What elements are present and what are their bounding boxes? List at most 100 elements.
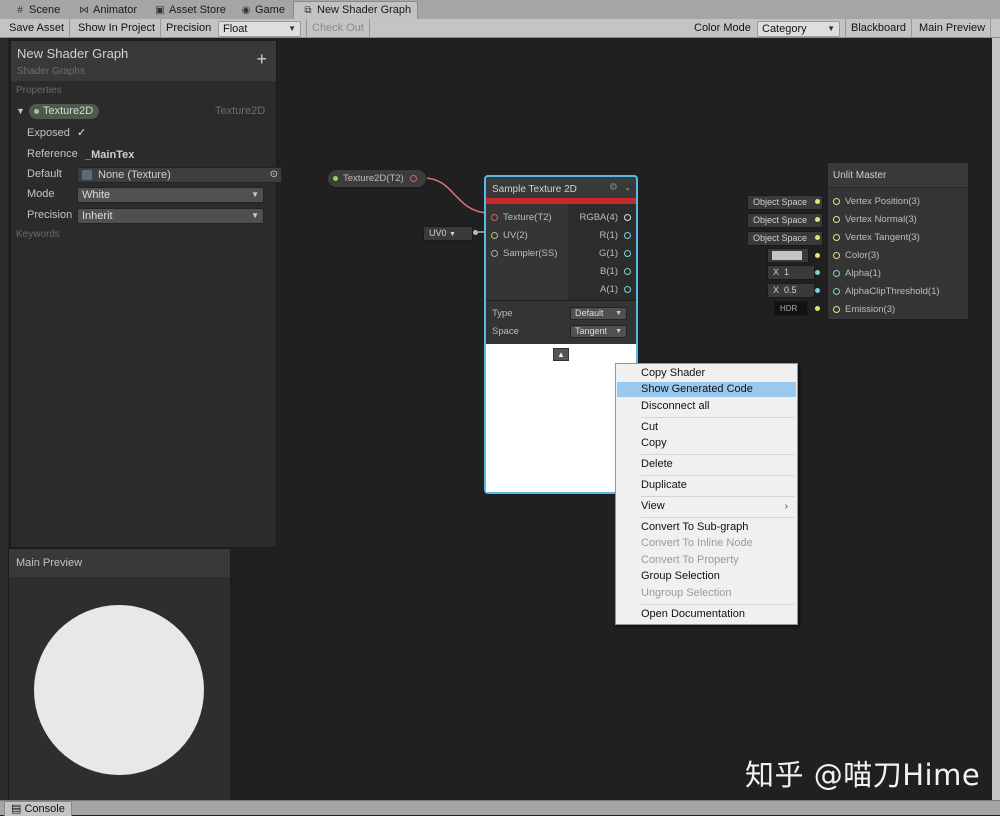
blackboard-subtitle: Shader Graphs bbox=[17, 66, 85, 77]
bottom-tab-bar: ▤ Console bbox=[0, 800, 1000, 816]
texture2d-property-node[interactable]: Texture2D(T2) bbox=[327, 169, 427, 188]
connector-dot bbox=[815, 306, 820, 311]
reference-field[interactable]: _MainTex bbox=[80, 147, 270, 163]
chevron-down-icon: ▼ bbox=[827, 24, 835, 33]
properties-section-label: Properties bbox=[16, 85, 62, 96]
menu-item-cut[interactable]: Cut bbox=[617, 420, 796, 435]
texture-output-port[interactable] bbox=[410, 175, 417, 182]
preview-sphere[interactable] bbox=[34, 605, 204, 775]
shader-graph-toolbar: Save Asset Show In Project Precision Flo… bbox=[0, 19, 1000, 38]
vertex-position-space-dropdown[interactable]: Object Space bbox=[747, 195, 823, 210]
emission-port[interactable] bbox=[833, 306, 840, 313]
texture-input-label: Texture(T2) bbox=[503, 212, 552, 223]
chevron-down-icon[interactable]: ⌄ bbox=[624, 183, 631, 192]
type-label: Type bbox=[492, 308, 513, 319]
vertex-tangent-port[interactable] bbox=[833, 234, 840, 241]
tab-scene[interactable]: # Scene bbox=[6, 2, 66, 19]
r-output-port[interactable] bbox=[624, 232, 631, 239]
unlit-master-node[interactable]: Unlit Master Vertex Position(3) Vertex N… bbox=[827, 162, 969, 320]
main-preview-panel: Main Preview bbox=[8, 548, 231, 801]
tab-new-shader-graph[interactable]: ⧉ New Shader Graph bbox=[293, 1, 419, 19]
add-property-icon[interactable]: + bbox=[256, 50, 267, 68]
sampler-input-port[interactable] bbox=[491, 250, 498, 257]
alpha-input[interactable]: X 1 bbox=[767, 265, 815, 280]
property-pill[interactable]: Texture2D bbox=[29, 104, 100, 119]
chevron-down-icon: ▼ bbox=[449, 231, 456, 238]
alpha-label: Alpha(1) bbox=[845, 268, 881, 279]
alpha-clip-input[interactable]: X 0.5 bbox=[767, 283, 815, 298]
object-picker-icon[interactable]: ⊙ bbox=[270, 168, 278, 182]
right-edge-scrollbar[interactable] bbox=[992, 38, 1000, 800]
menu-item-ungroup-selection: Ungroup Selection bbox=[641, 587, 732, 599]
vertex-position-port[interactable] bbox=[833, 198, 840, 205]
color-swatch[interactable] bbox=[772, 251, 802, 260]
sample-node-ports: Texture(T2) UV(2) Sampler(SS) RGBA(4) R(… bbox=[486, 204, 636, 300]
menu-separator bbox=[641, 454, 794, 455]
editor-tab-bar: # Scene ⋈ Animator ▣ Asset Store ◉ Game ⧉ New… bbox=[0, 0, 1000, 20]
b-output-port[interactable] bbox=[624, 268, 631, 275]
g-output-port[interactable] bbox=[624, 250, 631, 257]
show-in-project-button[interactable]: Show In Project bbox=[73, 19, 162, 37]
rgba-output-port[interactable] bbox=[624, 214, 631, 221]
menu-item-delete[interactable]: Delete bbox=[617, 457, 796, 472]
color-swatch-slot[interactable] bbox=[767, 248, 809, 263]
exposed-label: Exposed bbox=[27, 127, 70, 139]
grid-icon: # bbox=[17, 5, 23, 16]
tab-asset-store[interactable]: ▣ Asset Store bbox=[146, 2, 232, 19]
gear-icon[interactable]: ⚙ bbox=[609, 182, 618, 193]
save-asset-button[interactable]: Save Asset bbox=[4, 19, 71, 37]
tab-game[interactable]: ◉ Game bbox=[232, 2, 291, 19]
menu-item-view[interactable]: View › bbox=[617, 499, 796, 514]
precision-dropdown[interactable]: Float ▼ bbox=[218, 21, 301, 37]
a-output-label: A(1) bbox=[600, 284, 618, 295]
reference-label: Reference bbox=[27, 148, 78, 160]
type-dropdown[interactable]: Default ▼ bbox=[570, 307, 627, 320]
vertex-normal-space-dropdown[interactable]: Object Space bbox=[747, 213, 823, 228]
vertex-tangent-space-dropdown[interactable]: Object Space bbox=[747, 231, 823, 246]
tab-animator[interactable]: ⋈ Animator bbox=[70, 2, 143, 19]
menu-item-convert-to-subgraph[interactable]: Convert To Sub-graph bbox=[617, 520, 796, 535]
blackboard-toggle[interactable]: Blackboard bbox=[845, 19, 913, 37]
color-mode-label: Color Mode bbox=[694, 22, 751, 34]
master-node-header: Unlit Master bbox=[828, 163, 968, 188]
menu-item-open-documentation[interactable]: Open Documentation bbox=[617, 607, 796, 622]
expand-chevron-icon[interactable]: ▼ bbox=[16, 106, 25, 116]
collapse-preview-icon[interactable]: ▲ bbox=[553, 348, 569, 361]
texture-icon bbox=[82, 170, 92, 180]
menu-item-disconnect-all[interactable]: Disconnect all bbox=[617, 399, 796, 414]
mode-dropdown[interactable]: White ▼ bbox=[77, 187, 264, 203]
menu-item-duplicate[interactable]: Duplicate bbox=[617, 478, 796, 493]
check-out-button[interactable]: Check Out bbox=[306, 19, 370, 37]
a-output-port[interactable] bbox=[624, 286, 631, 293]
sample-node-header: Sample Texture 2D ⚙ ⌄ bbox=[486, 177, 636, 199]
alpha-port[interactable] bbox=[833, 270, 840, 277]
node-context-menu: Copy Shader Show Generated Code Disconne… bbox=[615, 363, 798, 625]
menu-item-copy[interactable]: Copy bbox=[617, 436, 796, 451]
b-output-label: B(1) bbox=[600, 266, 618, 277]
color-mode-dropdown[interactable]: Category ▼ bbox=[757, 21, 840, 37]
store-icon: ▣ bbox=[155, 5, 165, 16]
texture-input-port[interactable] bbox=[491, 214, 498, 221]
space-label: Space bbox=[492, 326, 519, 337]
default-texture-field[interactable]: None (Texture) ⊙ bbox=[77, 167, 282, 183]
chevron-down-icon: ▼ bbox=[615, 310, 622, 317]
uv-input-port[interactable] bbox=[491, 232, 498, 239]
keywords-section-label: Keywords bbox=[16, 229, 60, 240]
space-dropdown[interactable]: Tangent ▼ bbox=[570, 325, 627, 338]
alpha-clip-port[interactable] bbox=[833, 288, 840, 295]
shader-graph-icon: ⧉ bbox=[304, 5, 312, 16]
main-preview-toggle[interactable]: Main Preview bbox=[914, 19, 992, 37]
uv-channel-dropdown[interactable]: UV0 ▼ bbox=[423, 226, 473, 241]
menu-item-copy-shader[interactable]: Copy Shader bbox=[617, 366, 796, 381]
vertex-normal-port[interactable] bbox=[833, 216, 840, 223]
watermark-text: 知乎 @喵刀Hime bbox=[745, 758, 981, 792]
exposed-checkbox[interactable]: ✓ bbox=[77, 126, 86, 139]
color-port[interactable] bbox=[833, 252, 840, 259]
chevron-down-icon: ▼ bbox=[251, 190, 259, 199]
menu-separator bbox=[641, 475, 794, 476]
emission-hdr-swatch[interactable]: HDR bbox=[774, 301, 808, 316]
precision-dropdown[interactable]: Inherit ▼ bbox=[77, 208, 264, 224]
menu-item-show-generated-code[interactable]: Show Generated Code bbox=[617, 382, 796, 397]
menu-item-group-selection[interactable]: Group Selection bbox=[617, 569, 796, 584]
uv-input-label: UV(2) bbox=[503, 230, 528, 241]
